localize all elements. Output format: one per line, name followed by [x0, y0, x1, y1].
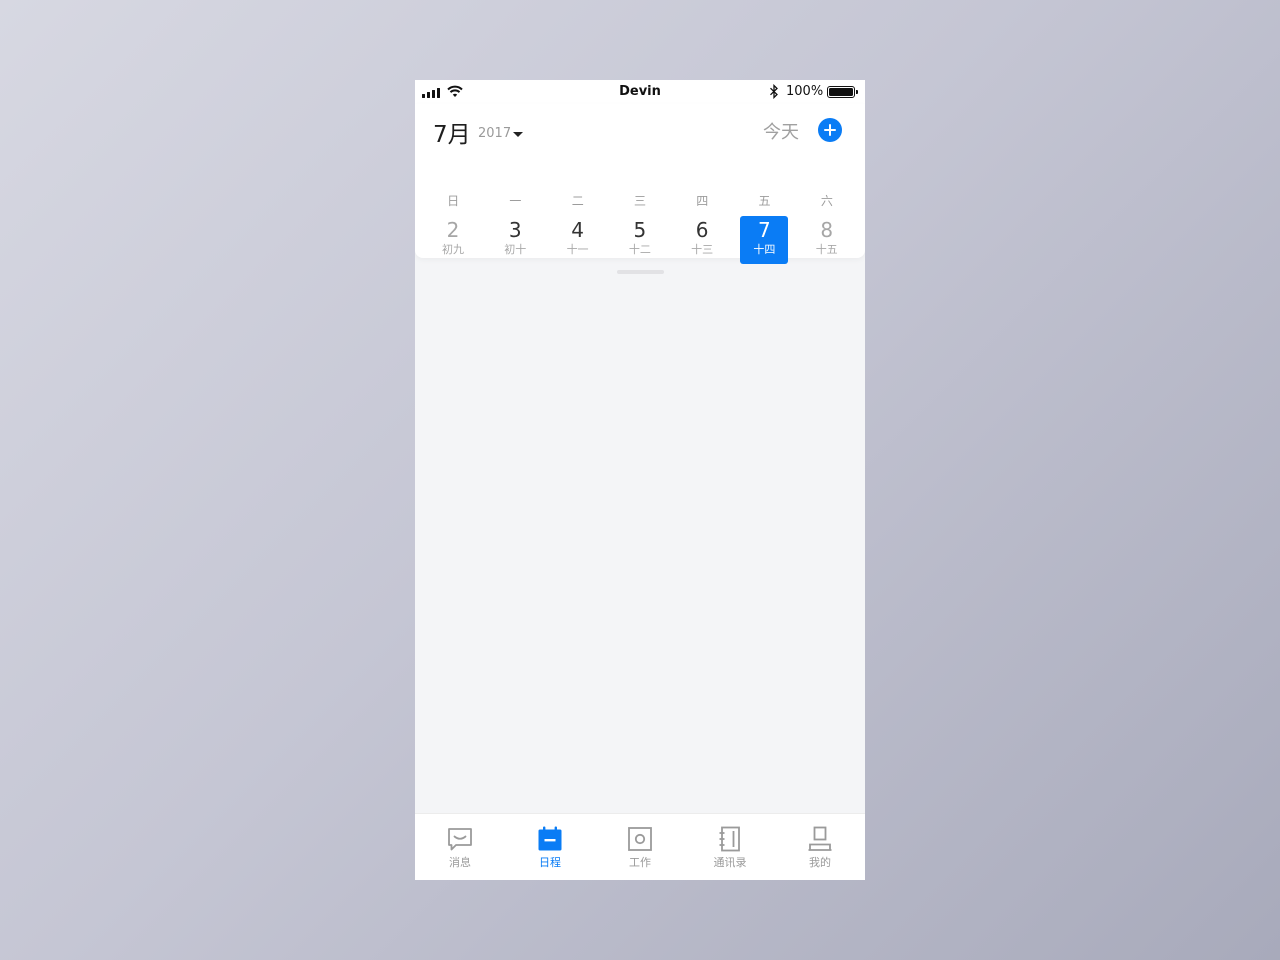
calendar-header-card: 7月 2017 今天 日 一 二 三 四 五 六 2 初九 3 初十 4 十一 … [415, 104, 865, 274]
date-cell[interactable]: 4 十一 [547, 216, 609, 264]
expand-drag-handle[interactable] [617, 270, 664, 274]
weekday-label: 日 [447, 194, 460, 208]
date-number: 8 [820, 218, 834, 242]
date-number: 3 [508, 218, 522, 242]
bluetooth-icon [770, 84, 778, 99]
caret-down-icon[interactable] [513, 132, 523, 137]
tab-schedule[interactable]: 日程 [505, 814, 595, 880]
weekday-label: 一 [509, 194, 522, 208]
date-number: 5 [633, 218, 647, 242]
tab-label: 工作 [629, 856, 651, 869]
date-number: 6 [695, 218, 709, 242]
calendar-icon [538, 826, 562, 851]
contacts-book-icon [719, 826, 740, 852]
date-cell-selected[interactable]: 7 十四 [733, 216, 795, 264]
weekday-label: 三 [633, 194, 646, 208]
lunar-date: 十四 [753, 243, 776, 256]
battery-icon [827, 86, 858, 98]
status-bar: Devin 100% [415, 80, 865, 104]
lunar-date: 十一 [566, 243, 589, 256]
date-number: 4 [571, 218, 584, 242]
lunar-date: 十五 [815, 243, 838, 256]
weekday-label: 四 [696, 194, 709, 208]
date-cell[interactable]: 2 初九 [422, 216, 484, 264]
tab-messages[interactable]: 消息 [415, 814, 505, 880]
tab-profile[interactable]: 我的 [775, 814, 865, 880]
tab-label: 消息 [449, 856, 471, 869]
tab-contacts[interactable]: 通讯录 [685, 814, 775, 880]
week-date-row: 2 初九 3 初十 4 十一 5 十二 6 十三 7 十四 8 十五 [422, 216, 858, 264]
today-button[interactable]: 今天 [763, 118, 799, 144]
add-event-button[interactable] [818, 118, 842, 142]
weekday-label: 六 [820, 194, 833, 208]
tab-label: 日程 [539, 856, 561, 869]
year-selector[interactable]: 2017 [478, 126, 511, 141]
date-cell[interactable]: 6 十三 [671, 216, 733, 264]
lunar-date: 十三 [691, 243, 714, 256]
lunar-date: 初九 [442, 243, 464, 256]
weekday-label: 二 [571, 194, 584, 208]
weekday-header-row: 日 一 二 三 四 五 六 [422, 192, 858, 208]
lunar-date: 十二 [628, 243, 651, 256]
date-cell[interactable]: 8 十五 [796, 216, 858, 264]
weekday-label: 五 [758, 194, 771, 208]
profile-icon [808, 826, 832, 851]
date-number: 2 [446, 218, 460, 242]
bottom-tab-bar: 消息 日程 工作 通讯录 我的 [415, 813, 865, 880]
month-title: 7月 [433, 122, 471, 148]
battery-percentage: 100% [786, 84, 824, 99]
work-icon [628, 827, 652, 851]
phone-screen: Devin 100% 7月 2017 今天 日 一 二 三 四 五 六 2 初九… [415, 80, 865, 880]
tab-label: 通讯录 [713, 856, 747, 869]
tab-label: 我的 [809, 856, 831, 869]
tab-work[interactable]: 工作 [595, 814, 685, 880]
message-icon [448, 828, 472, 851]
lunar-date: 初十 [504, 243, 527, 256]
date-cell[interactable]: 5 十二 [609, 216, 671, 264]
date-cell[interactable]: 3 初十 [484, 216, 546, 264]
date-number: 7 [758, 218, 771, 242]
